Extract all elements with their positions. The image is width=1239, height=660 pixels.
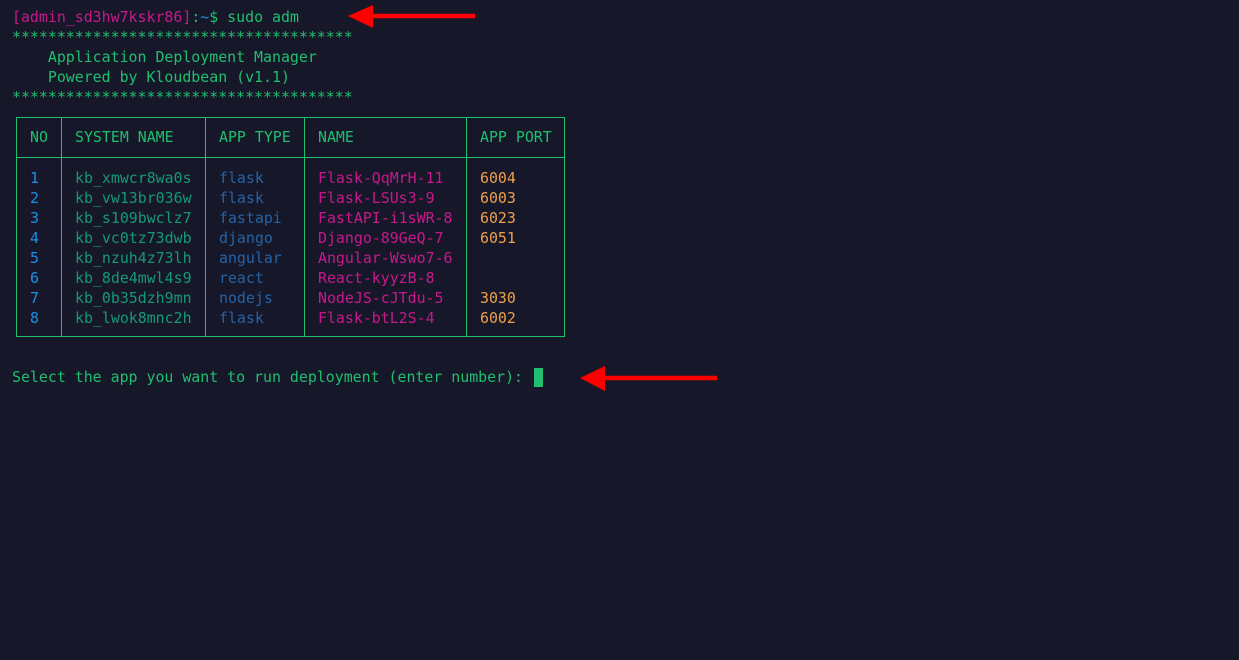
row-number: 2 [30,189,39,207]
row-number: 5 [30,249,39,267]
row-app-name: NodeJS-cJTdu-5 [318,289,444,307]
row-number: 1 [30,169,39,187]
row-app-type: angular [219,249,282,267]
row-number: 3 [30,209,39,227]
row-app-name: Flask-QqMrH-11 [318,169,444,187]
prompt-user-host: [admin_sd3hw7kskr86] [12,8,192,26]
prompt-colon: : [191,8,201,26]
row-system-name: kb_nzuh4z73lh [75,249,192,267]
row-number: 6 [30,269,39,287]
banner-border-bottom: ************************************** [12,88,353,106]
column-divider [205,118,206,336]
banner-subtitle: Powered by Kloudbean (v1.1) [12,68,290,86]
row-app-port: 6004 [480,169,516,187]
header-system-name: SYSTEM NAME [75,128,174,146]
row-number: 8 [30,309,39,327]
row-app-type: nodejs [219,289,273,307]
header-divider [17,157,564,158]
row-app-port: 6002 [480,309,516,327]
column-divider [61,118,62,336]
row-system-name: kb_8de4mwl4s9 [75,269,192,287]
header-app-port: APP PORT [480,128,552,146]
row-system-name: kb_0b35dzh9mn [75,289,192,307]
prompt-path: ~ [200,8,210,26]
row-app-name: FastAPI-i1sWR-8 [318,209,453,227]
row-app-type: fastapi [219,209,282,227]
row-app-type: django [219,229,273,247]
banner-title: Application Deployment Manager [12,48,317,66]
prompt-symbol: $ [209,8,219,26]
command-text: sudo adm [218,8,299,26]
row-app-type: flask [219,189,264,207]
row-app-name: Flask-btL2S-4 [318,309,435,327]
row-app-port: 6023 [480,209,516,227]
row-system-name: kb_s109bwclz7 [75,209,192,227]
row-app-port: 3030 [480,289,516,307]
row-app-name: Flask-LSUs3-9 [318,189,435,207]
input-cursor[interactable] [534,368,543,387]
row-system-name: kb_vc0tz73dwb [75,229,192,247]
selection-prompt: Select the app you want to run deploymen… [12,368,532,386]
terminal-window[interactable]: [admin_sd3hw7kskr86]:~$ sudo adm *******… [0,0,1239,660]
row-app-type: flask [219,309,264,327]
row-app-name: React-kyyzB-8 [318,269,435,287]
row-app-name: Angular-Wswo7-6 [318,249,453,267]
command-arrow-icon [348,5,475,28]
row-system-name: kb_lwok8mnc2h [75,309,192,327]
row-app-port: 6003 [480,189,516,207]
header-no: NO [30,128,48,146]
row-app-name: Django-89GeQ-7 [318,229,444,247]
header-name: NAME [318,128,354,146]
row-app-type: flask [219,169,264,187]
command-line: [admin_sd3hw7kskr86]:~$ sudo adm [12,7,299,27]
header-app-type: APP TYPE [219,128,291,146]
row-system-name: kb_vw13br036w [75,189,192,207]
row-app-type: react [219,269,264,287]
column-divider [466,118,467,336]
row-number: 7 [30,289,39,307]
column-divider [304,118,305,336]
row-app-port: 6051 [480,229,516,247]
input-arrow-icon [580,366,717,391]
row-number: 4 [30,229,39,247]
banner-border-top: ************************************** [12,28,353,46]
row-system-name: kb_xmwcr8wa0s [75,169,192,187]
apps-table: NO SYSTEM NAME APP TYPE NAME APP PORT 1 k… [16,117,565,337]
